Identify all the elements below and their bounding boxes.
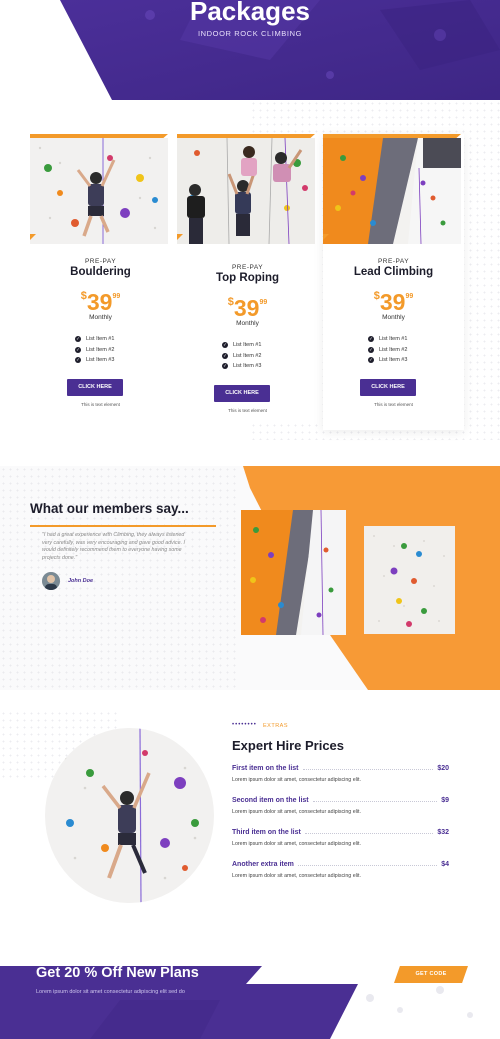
lead-climbing-photo <box>323 138 461 244</box>
check-circle-icon: ✓ <box>75 336 81 343</box>
card-accent-corner <box>30 234 36 240</box>
list-item: ✓ List Item #2 <box>368 346 408 353</box>
item-price: $20 <box>437 765 449 772</box>
list-item: ✓ List Item #1 <box>75 336 115 343</box>
item-name: Second item on the list <box>232 797 309 804</box>
hire-prices-title: Expert Hire Prices <box>232 738 345 753</box>
card-price: $3999 <box>177 295 318 322</box>
dotted-leader <box>302 769 434 770</box>
item-price: $32 <box>437 829 449 836</box>
dotted-pattern <box>0 466 240 690</box>
price-amount: 39 <box>233 295 260 321</box>
hero-banner: Packages INDOOR ROCK CLIMBING <box>0 0 500 100</box>
dotted-leader <box>297 865 438 866</box>
list-item: ✓ List Item #1 <box>222 342 262 349</box>
item-description: Lorem ipsum dolor sit amet, consectetur … <box>232 809 361 815</box>
price-list-item: First item on the list $20 Lorem ipsum do… <box>232 764 449 783</box>
list-item: ✓ List Item #3 <box>222 363 262 370</box>
card-price: $3999 <box>30 289 171 316</box>
check-circle-icon: ✓ <box>75 357 81 364</box>
promo-subtitle: Lorem ipsum dolor sit amet consectetur a… <box>36 989 185 995</box>
click-here-button[interactable]: CLICK HERE <box>214 385 270 402</box>
item-name: First item on the list <box>232 765 299 772</box>
testimonial-quote: "I had a great experience with Climbing,… <box>42 532 185 561</box>
bouldering-photo <box>30 138 168 244</box>
check-circle-icon: ✓ <box>368 336 374 343</box>
package-card-lead-climbing: PRE-PAY Lead Climbing $3999 Monthly ✓ Lis… <box>323 134 464 430</box>
card-title: Bouldering <box>70 266 131 278</box>
item-description: Lorem ipsum dolor sit amet, consectetur … <box>232 777 361 783</box>
get-code-button[interactable]: GET CODE <box>394 966 468 983</box>
item-price: $4 <box>441 861 449 868</box>
promo-title: Get 20 % Off New Plans <box>36 965 199 981</box>
dotted-leader <box>312 801 438 802</box>
top-roping-photo <box>177 138 315 244</box>
item-description: Lorem ipsum dolor sit amet, consectetur … <box>232 841 361 847</box>
click-here-button[interactable]: CLICK HERE <box>67 379 123 396</box>
price-list-item: Another extra item $4 Lorem ipsum dolor s… <box>232 860 449 879</box>
package-card-top-roping: PRE-PAY Top Roping $3999 Monthly ✓ List I… <box>177 134 318 424</box>
page-title: Packages <box>190 0 310 26</box>
check-circle-icon: ✓ <box>368 357 374 364</box>
check-circle-icon: ✓ <box>368 346 374 353</box>
avatar <box>42 572 60 590</box>
price-period: Monthly <box>236 320 259 327</box>
card-pre-label: PRE-PAY <box>84 258 117 265</box>
page-subtitle: INDOOR ROCK CLIMBING <box>197 29 303 38</box>
price-amount: 39 <box>86 289 113 315</box>
list-item: ✓ List Item #3 <box>75 357 115 364</box>
price-amount: 39 <box>379 289 406 315</box>
card-note: This is text element <box>374 402 413 407</box>
feature-list: ✓ List Item #1 ✓ List Item #2 ✓ List Item #… <box>222 340 261 372</box>
card-note: This is text element <box>228 408 267 413</box>
card-accent-corner <box>323 234 329 240</box>
list-item: ✓ List Item #1 <box>368 336 408 343</box>
item-name: Third item on the list <box>232 829 301 836</box>
price-period: Monthly <box>89 314 112 321</box>
item-price: $9 <box>441 797 449 804</box>
feature-list: ✓ List Item #1 ✓ List Item #2 ✓ List Item #… <box>368 334 407 366</box>
item-description: Lorem ipsum dolor sit amet, consectetur … <box>232 873 361 879</box>
price-cents: 99 <box>259 299 268 306</box>
list-item: ✓ List Item #2 <box>222 352 262 359</box>
card-title: Lead Climbing <box>353 266 434 278</box>
eyebrow-dots: •••••••• <box>232 722 257 728</box>
price-list-item: Third item on the list $32 Lorem ipsum do… <box>232 828 449 847</box>
item-name: Another extra item <box>232 861 294 868</box>
climber-circle-photo <box>45 728 214 903</box>
section-eyebrow: EXTRAS <box>263 723 289 729</box>
list-item: ✓ List Item #2 <box>75 346 115 353</box>
list-item: ✓ List Item #3 <box>368 357 408 364</box>
gallery-photo-2 <box>364 526 455 634</box>
check-circle-icon: ✓ <box>222 352 228 359</box>
title-underline <box>30 525 216 527</box>
dotted-leader <box>304 833 434 834</box>
card-pre-label: PRE-PAY <box>231 264 264 271</box>
feature-list: ✓ List Item #1 ✓ List Item #2 ✓ List Item #… <box>75 334 114 366</box>
check-circle-icon: ✓ <box>222 342 228 349</box>
click-here-button[interactable]: CLICK HERE <box>360 379 416 396</box>
price-cents: 99 <box>112 293 121 300</box>
card-pre-label: PRE-PAY <box>377 258 410 265</box>
check-circle-icon: ✓ <box>75 346 81 353</box>
testimonials-title: What our members say... <box>30 501 189 516</box>
card-note: This is text element <box>81 402 120 407</box>
package-card-bouldering: PRE-PAY Bouldering $3999 Monthly ✓ List I… <box>30 134 171 424</box>
price-list-item: Second item on the list $9 Lorem ipsum do… <box>232 796 449 815</box>
price-cents: 99 <box>405 293 414 300</box>
check-circle-icon: ✓ <box>222 363 228 370</box>
price-period: Monthly <box>382 314 405 321</box>
card-price: $3999 <box>323 289 464 316</box>
gallery-photo-1 <box>241 510 346 635</box>
card-accent-corner <box>177 234 183 240</box>
card-title: Top Roping <box>215 272 279 284</box>
testimonial-author: John Doe <box>68 578 94 584</box>
